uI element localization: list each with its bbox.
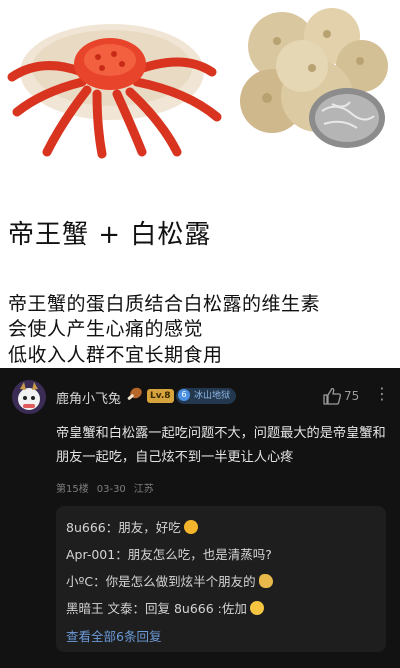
username[interactable]: 鹿角小飞兔 — [56, 388, 121, 407]
gem-icon: 6 — [178, 388, 190, 401]
reply-text: Apr-001：朋友怎么吃，也是清蒸吗? — [66, 547, 272, 562]
yum-emoji-icon — [183, 520, 198, 534]
comment-date: 03-30 — [96, 484, 126, 495]
see-all-replies-link[interactable]: 查看全部6条回复 — [66, 626, 161, 645]
medal-badge-label: 冰山地狱 — [194, 391, 231, 401]
comment-meta: 第15楼 03-30 江苏 — [56, 480, 162, 495]
reply-item[interactable]: Apr-001：朋友怎么吃，也是清蒸吗? — [66, 544, 272, 563]
reply-text: 小ºC：你是怎么做到炫半个朋友的 — [66, 574, 256, 589]
replies-box[interactable]: 8u666：朋友，好吃 Apr-001：朋友怎么吃，也是清蒸吗? 小ºC：你是怎… — [56, 506, 386, 652]
king-crab-image — [2, 2, 230, 162]
more-options-icon[interactable]: ⋮ — [374, 386, 390, 402]
comment-text: 帝皇蟹和白松露一起吃问题不大，问题最大的是帝皇蟹和朋友一起吃，自己炫不到一半更让… — [56, 426, 386, 465]
comment-location: 江苏 — [133, 484, 154, 495]
drumstick-icon — [124, 385, 144, 405]
level-badge: Lv.8 — [147, 389, 174, 403]
thumb-emoji-icon — [258, 574, 273, 588]
thumbs-up-icon[interactable] — [322, 387, 342, 405]
shocked-emoji-icon — [249, 601, 264, 615]
white-truffle-image — [232, 6, 396, 154]
reply-item[interactable]: 8u666：朋友，好吃 — [66, 517, 198, 536]
reply-text: 黑暗王 文泰：回复 8u666 :佐加 — [66, 601, 247, 616]
like-count: 75 — [344, 389, 360, 403]
floor-number: 第15楼 — [56, 484, 89, 495]
comment-card: 鹿角小飞兔 Lv.8 6 冰山地狱 75 ⋮ 帝皇蟹和白松露一起吃问题不大，问题最… — [0, 368, 400, 668]
avatar[interactable] — [12, 380, 46, 414]
meme-line-1: 帝王蟹的蛋白质结合白松露的维生素 — [8, 293, 321, 315]
meme-title: 帝王蟹 + 白松露 — [8, 220, 212, 250]
meme-line-3: 低收入人群不宜长期食用 — [8, 344, 223, 366]
medal-badge[interactable]: 6 冰山地狱 — [176, 388, 237, 404]
meme-line-2: 会使人产生心痛的感觉 — [8, 318, 204, 340]
reply-item[interactable]: 黑暗王 文泰：回复 8u666 :佐加 — [66, 598, 264, 617]
reply-item[interactable]: 小ºC：你是怎么做到炫半个朋友的 — [66, 571, 273, 590]
reply-text: 8u666：朋友，好吃 — [66, 520, 181, 535]
meme-image[interactable]: 帝王蟹 + 白松露 帝王蟹的蛋白质结合白松露的维生素 会使人产生心痛的感觉 低收… — [0, 0, 400, 368]
meme-photo-row — [0, 0, 400, 165]
